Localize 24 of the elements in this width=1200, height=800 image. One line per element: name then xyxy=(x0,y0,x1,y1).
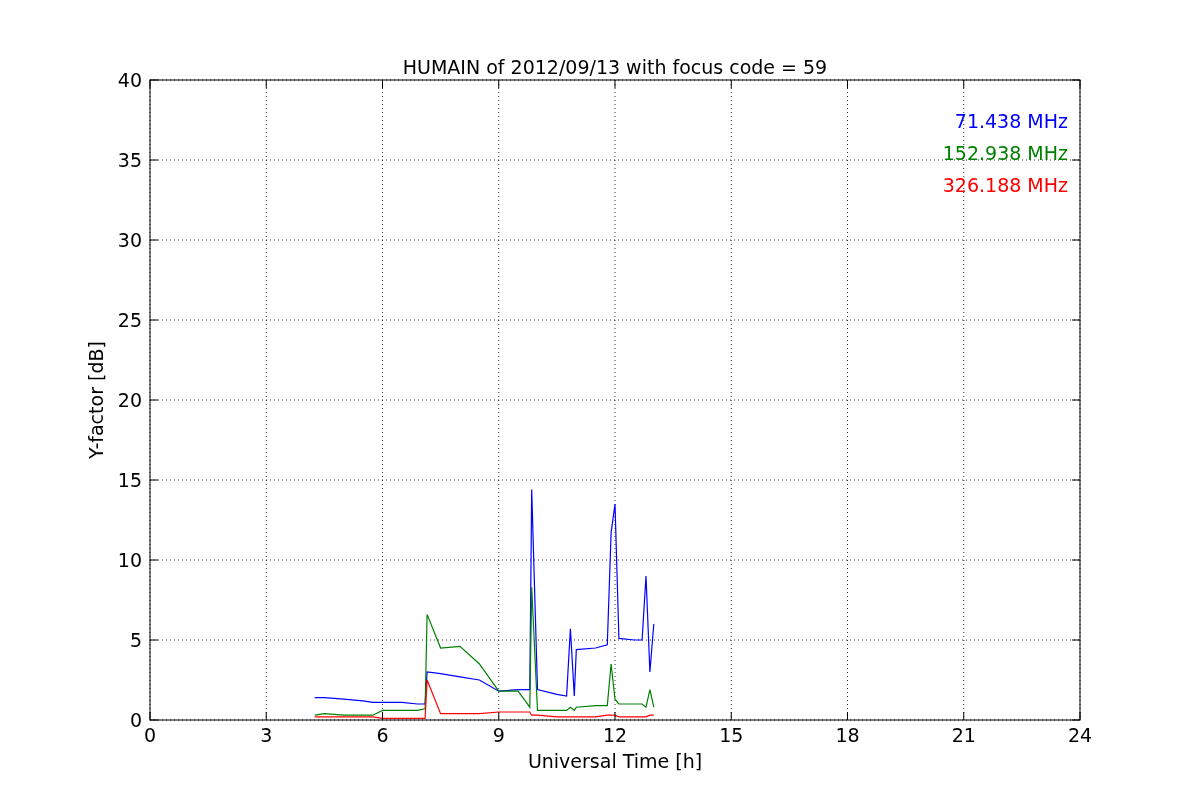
y-tick-label: 35 xyxy=(117,149,142,171)
y-tick-label: 30 xyxy=(117,229,142,251)
y-tick-label: 40 xyxy=(117,69,142,91)
y-tick-label: 10 xyxy=(117,549,142,571)
legend-label: 326.188 MHz xyxy=(942,174,1068,196)
y-tick-label: 15 xyxy=(117,469,142,491)
x-tick-label: 21 xyxy=(951,724,976,746)
x-tick-label: 9 xyxy=(492,724,505,746)
y-tick-label: 20 xyxy=(117,389,142,411)
x-tick-label: 15 xyxy=(719,724,744,746)
x-tick-label: 3 xyxy=(260,724,273,746)
x-tick-label: 6 xyxy=(376,724,389,746)
chart-title: HUMAIN of 2012/09/13 with focus code = 59 xyxy=(402,56,828,78)
legend-label: 71.438 MHz xyxy=(954,110,1068,132)
legend-label: 152.938 MHz xyxy=(942,142,1068,164)
y-tick-label: 0 xyxy=(129,709,142,731)
x-tick-label: 24 xyxy=(1067,724,1093,746)
x-tick-label: 12 xyxy=(602,724,628,746)
y-tick-label: 5 xyxy=(129,629,142,651)
y-tick-label: 25 xyxy=(117,309,142,331)
x-axis-label: Universal Time [h] xyxy=(527,750,703,772)
x-tick-label: 18 xyxy=(835,724,860,746)
y-axis-label: Y-factor [dB] xyxy=(85,341,107,459)
x-tick-label: 0 xyxy=(143,724,157,746)
